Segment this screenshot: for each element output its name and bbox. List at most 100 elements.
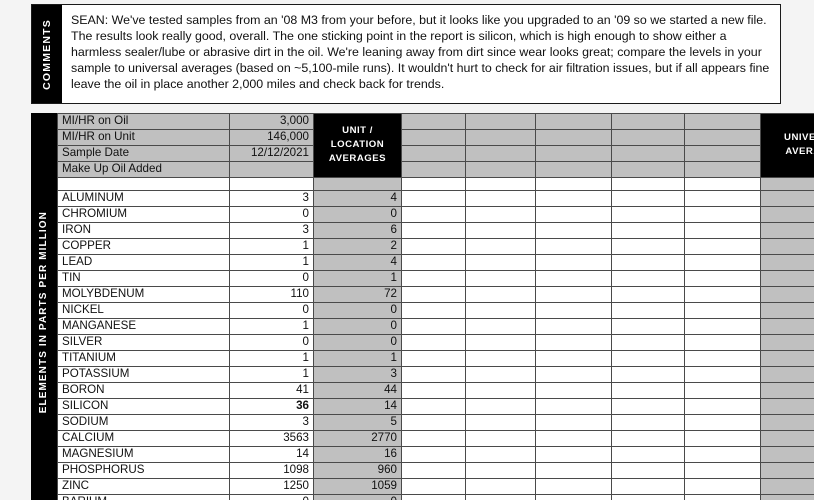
oil-analysis-report: COMMENTS SEAN: We've tested samples from… (0, 0, 814, 500)
element-name: NICKEL (57, 302, 230, 319)
element-empty-cell (684, 334, 761, 351)
element-empty-cell (611, 206, 685, 223)
element-empty-cell (465, 366, 536, 383)
element-empty-cell (465, 430, 536, 447)
element-empty-cell (465, 302, 536, 319)
element-unit-average: 1059 (313, 478, 402, 495)
element-universal-average: 7 (760, 222, 814, 239)
element-empty-cell (401, 382, 466, 399)
element-name: COPPER (57, 238, 230, 255)
element-empty-cell (401, 206, 466, 223)
element-name: CHROMIUM (57, 206, 230, 223)
element-unit-average: 72 (313, 286, 402, 303)
element-empty-cell (401, 494, 466, 500)
element-empty-cell (401, 270, 466, 287)
element-empty-cell (401, 350, 466, 367)
element-sample-value: 3563 (229, 430, 314, 447)
element-unit-average: 14 (313, 398, 402, 415)
element-name: TIN (57, 270, 230, 287)
element-row: CHROMIUM000 (57, 206, 814, 223)
element-sample-value: 1098 (229, 462, 314, 479)
element-empty-cell (401, 222, 466, 239)
info-row-value: 146,000 (229, 129, 314, 146)
info-row: Make Up Oil Added (57, 161, 814, 178)
element-name: SILVER (57, 334, 230, 351)
element-unit-average: 3 (313, 366, 402, 383)
element-row: NICKEL000 (57, 302, 814, 319)
element-row: BORON4144 50 (57, 382, 814, 399)
element-unit-average: 0 (313, 318, 402, 335)
element-unit-average: 0 (313, 206, 402, 223)
element-sample-value: 0 (229, 302, 314, 319)
info-row-empty-cell (684, 113, 761, 130)
element-empty-cell (401, 478, 466, 495)
element-unit-average: 16 (313, 446, 402, 463)
info-row: Sample Date 12/12/2021 (57, 145, 814, 162)
element-empty-cell (684, 478, 761, 495)
element-row: MOLYBDENUM11072 109 (57, 286, 814, 303)
element-name: BORON (57, 382, 230, 399)
element-empty-cell (684, 446, 761, 463)
spacer-cell (229, 177, 314, 191)
spacer-cell (313, 177, 402, 191)
element-empty-cell (611, 478, 685, 495)
element-universal-average: 853 (760, 462, 814, 479)
element-row: SILVER000 (57, 334, 814, 351)
elements-sidebar-label: ELEMENTS IN PARTS PER MILLION (31, 113, 57, 500)
comments-text: SEAN: We've tested samples from an '08 M… (71, 13, 770, 92)
info-row-empty-cell (535, 145, 612, 162)
element-empty-cell (684, 430, 761, 447)
element-universal-average: 50 (760, 382, 814, 399)
element-empty-cell (535, 254, 612, 271)
info-row-value (229, 161, 314, 178)
element-empty-cell (611, 302, 685, 319)
element-name: MANGANESE (57, 318, 230, 335)
universal-averages-header: UNIVERSALAVERAGES (760, 113, 814, 178)
element-empty-cell (401, 414, 466, 431)
element-universal-average: 1 (760, 318, 814, 335)
element-sample-value: 1 (229, 254, 314, 271)
element-row: LEAD14 7 (57, 254, 814, 271)
info-row-empty-cell (465, 129, 536, 146)
element-unit-average: 6 (313, 222, 402, 239)
element-unit-average: 2770 (313, 430, 402, 447)
element-empty-cell (684, 366, 761, 383)
element-empty-cell (611, 270, 685, 287)
element-universal-average: 13 (760, 350, 814, 367)
element-universal-average: 63 (760, 446, 814, 463)
element-sample-value: 1 (229, 366, 314, 383)
element-empty-cell (465, 462, 536, 479)
element-empty-cell (684, 190, 761, 207)
element-empty-cell (535, 286, 612, 303)
info-row-value: 12/12/2021 (229, 145, 314, 162)
element-empty-cell (465, 414, 536, 431)
info-row-empty-cell (465, 113, 536, 130)
element-name: LEAD (57, 254, 230, 271)
info-row-label: MI/HR on Oil (57, 113, 230, 130)
element-sample-value: 14 (229, 446, 314, 463)
element-name: SILICON (57, 398, 230, 415)
element-universal-average: 7 (760, 414, 814, 431)
element-universal-average: 4 (760, 190, 814, 207)
element-universal-average: 109 (760, 286, 814, 303)
elements-sidebar-label-text: ELEMENTS IN PARTS PER MILLION (38, 210, 49, 414)
info-row-empty-cell (611, 113, 685, 130)
spacer-cell (401, 177, 466, 191)
element-empty-cell (401, 286, 466, 303)
element-empty-cell (611, 334, 685, 351)
element-empty-cell (611, 430, 685, 447)
element-empty-cell (535, 446, 612, 463)
elements-table-panel: ELEMENTS IN PARTS PER MILLION MI/HR on O… (31, 113, 814, 500)
element-empty-cell (535, 222, 612, 239)
element-empty-cell (684, 254, 761, 271)
element-empty-cell (611, 190, 685, 207)
element-sample-value: 0 (229, 270, 314, 287)
element-name: SODIUM (57, 414, 230, 431)
elements-grid: MI/HR on Oil 3,000 UNIT / LOCATION AVERAGES U… (57, 113, 814, 500)
element-universal-average: 1 (760, 270, 814, 287)
element-sample-value: 1 (229, 238, 314, 255)
element-unit-average: 0 (313, 494, 402, 500)
element-empty-cell (465, 350, 536, 367)
element-empty-cell (465, 254, 536, 271)
element-empty-cell (465, 478, 536, 495)
